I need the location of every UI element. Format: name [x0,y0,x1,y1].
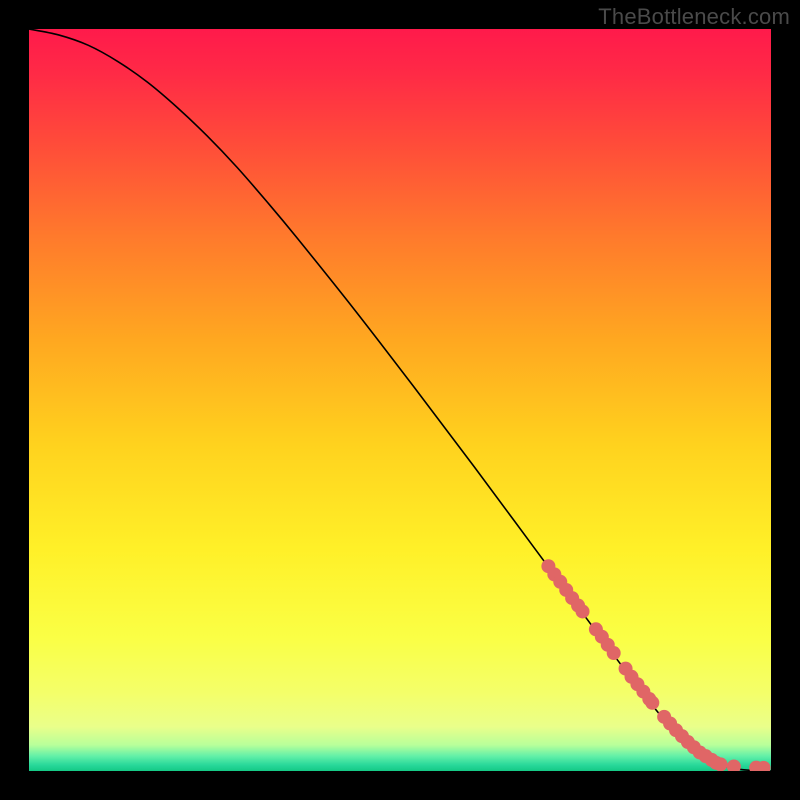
marker-point [645,696,659,710]
gradient-background [29,29,771,771]
chart-frame: { "watermark": "TheBottleneck.com", "col… [0,0,800,800]
marker-point [607,646,621,660]
watermark-text: TheBottleneck.com [598,4,790,30]
plot-area [29,29,771,771]
marker-point [714,757,728,771]
marker-point [576,604,590,618]
chart-svg [29,29,771,771]
